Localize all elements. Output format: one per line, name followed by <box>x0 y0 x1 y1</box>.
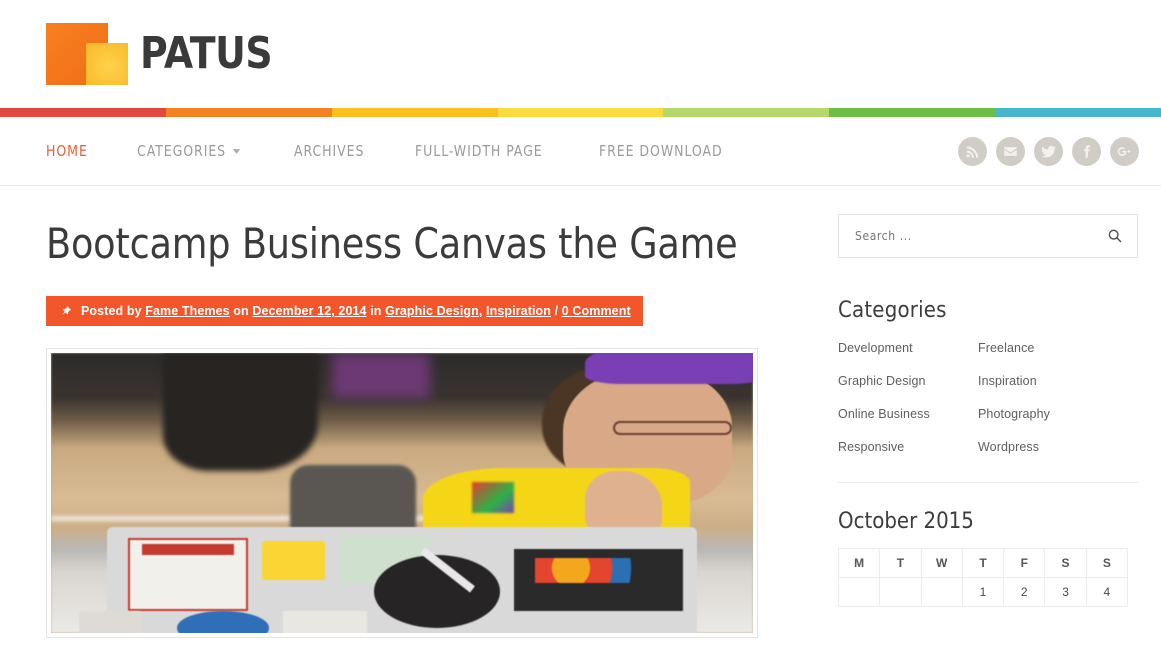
rainbow-segment-2 <box>165 108 332 117</box>
nav-menu: HOME CATEGORIES ARCHIVES FULL-WIDTH PAGE FRE… <box>46 142 778 160</box>
calendar-day-header: F <box>1003 548 1046 578</box>
photo-shirt-graphic <box>472 482 515 513</box>
rainbow-segment-3 <box>331 108 498 117</box>
in-label: in <box>370 304 382 319</box>
photo-purple-hat <box>584 353 753 385</box>
social-links <box>958 136 1139 166</box>
post-featured-image[interactable] <box>46 348 758 639</box>
nav-item-full-width-page[interactable]: FULL-WIDTH PAGE <box>415 142 543 160</box>
chevron-down-icon <box>232 148 240 154</box>
calendar-widget-title: October 2015 <box>838 509 974 534</box>
page-body: Bootcamp Business Canvas the Game Posted… <box>0 186 1161 639</box>
nav-item-home[interactable]: HOME <box>46 142 88 160</box>
posted-by-label: Posted by <box>81 304 142 319</box>
categories-list: Development Freelance Graphic Design Inspir… <box>838 341 1138 454</box>
search-icon[interactable] <box>1107 228 1123 249</box>
calendar-day-header: T <box>961 548 1005 578</box>
facebook-icon[interactable] <box>1072 136 1101 166</box>
post-date-link[interactable]: December 12, 2014 <box>252 304 366 318</box>
rainbow-divider <box>0 108 1161 117</box>
search-input[interactable] <box>853 228 1123 244</box>
site-logo[interactable]: PATUS <box>46 23 294 85</box>
logo-square-small <box>86 43 128 85</box>
post-author-link[interactable]: Fame Themes <box>145 304 229 318</box>
nav-item-label: HOME <box>46 142 88 160</box>
photo-sticker <box>261 540 325 581</box>
rainbow-segment-1 <box>0 108 166 117</box>
nav-item-categories[interactable]: CATEGORIES <box>137 142 240 160</box>
category-link-development[interactable]: Development <box>838 341 978 355</box>
nav-item-label: CATEGORIES <box>136 142 227 160</box>
nav-item-free-download[interactable]: FREE DOWNLOAD <box>599 142 723 160</box>
calendar-day-header: M <box>837 548 881 578</box>
post-title: Bootcamp Business Canvas the Game <box>46 219 738 268</box>
email-icon[interactable] <box>996 136 1025 166</box>
nav-item-label: FULL-WIDTH PAGE <box>415 142 544 160</box>
category-link-photography[interactable]: Photography <box>978 407 1138 421</box>
calendar-table: MTWTFSS 1234 <box>837 548 1129 607</box>
on-label: on <box>233 304 249 319</box>
post-category-link-1[interactable]: Graphic Design <box>385 304 479 318</box>
calendar-day-header: T <box>879 548 922 578</box>
meta-comma: , <box>478 304 483 319</box>
main-navigation: HOME CATEGORIES ARCHIVES FULL-WIDTH PAGE FRE… <box>0 117 1161 186</box>
twitter-icon[interactable] <box>1034 136 1063 166</box>
rainbow-segment-7 <box>995 108 1161 117</box>
category-link-online-business[interactable]: Online Business <box>838 407 978 421</box>
rainbow-segment-5 <box>663 108 830 117</box>
search-widget[interactable] <box>838 214 1138 258</box>
photo-sticker <box>535 557 655 583</box>
category-link-wordpress[interactable]: Wordpress <box>978 440 1138 454</box>
calendar-day-cell[interactable]: 3 <box>1044 577 1087 607</box>
calendar-day-header: S <box>1085 548 1129 578</box>
meta-slash: / <box>554 304 559 319</box>
sidebar: Categories DevelopmentFreelance Graphic D… <box>837 186 1138 638</box>
photo-glasses <box>612 420 732 435</box>
rss-icon[interactable] <box>958 136 987 166</box>
featured-photo <box>51 353 753 634</box>
post-meta-bar: Posted by Fame Themes on December 12, 20… <box>46 296 643 327</box>
logo-text: PATUS <box>140 28 273 79</box>
sidebar-divider <box>838 482 1138 483</box>
nav-item-label: FREE DOWNLOAD <box>598 142 723 160</box>
calendar-body: 1234 <box>837 577 1129 607</box>
calendar-day-cell[interactable]: 4 <box>1085 577 1129 607</box>
category-link-graphic-design[interactable]: Graphic Design <box>838 374 978 388</box>
photo-cup <box>79 610 143 634</box>
rainbow-segment-4 <box>497 108 664 117</box>
calendar-empty-cell <box>920 577 963 607</box>
calendar-week-row: 1234 <box>837 577 1129 607</box>
post-category-link-2[interactable]: Inspiration <box>486 304 551 318</box>
google-plus-icon[interactable] <box>1110 136 1139 166</box>
calendar-day-header: W <box>920 548 963 578</box>
category-link-responsive[interactable]: Responsive <box>838 440 978 454</box>
pin-icon <box>60 305 72 317</box>
categories-widget-title: Categories <box>838 298 947 323</box>
calendar-header-row: MTWTFSS <box>837 548 1129 578</box>
nav-item-archives[interactable]: ARCHIVES <box>294 142 364 160</box>
calendar-day-cell[interactable]: 2 <box>1003 577 1046 607</box>
rainbow-segment-6 <box>829 108 996 117</box>
main-content: Bootcamp Business Canvas the Game Posted… <box>46 186 762 639</box>
photo-dark-area <box>163 353 318 471</box>
nav-item-label: ARCHIVES <box>293 142 365 160</box>
calendar-empty-cell <box>879 577 922 607</box>
logo-mark-icon <box>46 23 130 85</box>
calendar-day-header: S <box>1044 548 1087 578</box>
category-link-freelance[interactable]: Freelance <box>978 341 1138 355</box>
post-comments-link[interactable]: 0 Comment <box>562 304 631 318</box>
photo-purple-area <box>331 353 431 399</box>
calendar-empty-cell <box>837 577 881 607</box>
photo-sticker <box>142 543 234 555</box>
category-link-inspiration[interactable]: Inspiration <box>978 374 1138 388</box>
photo-sticker <box>282 610 367 634</box>
calendar-day-cell[interactable]: 1 <box>961 577 1005 607</box>
site-header: PATUS <box>0 0 1161 108</box>
